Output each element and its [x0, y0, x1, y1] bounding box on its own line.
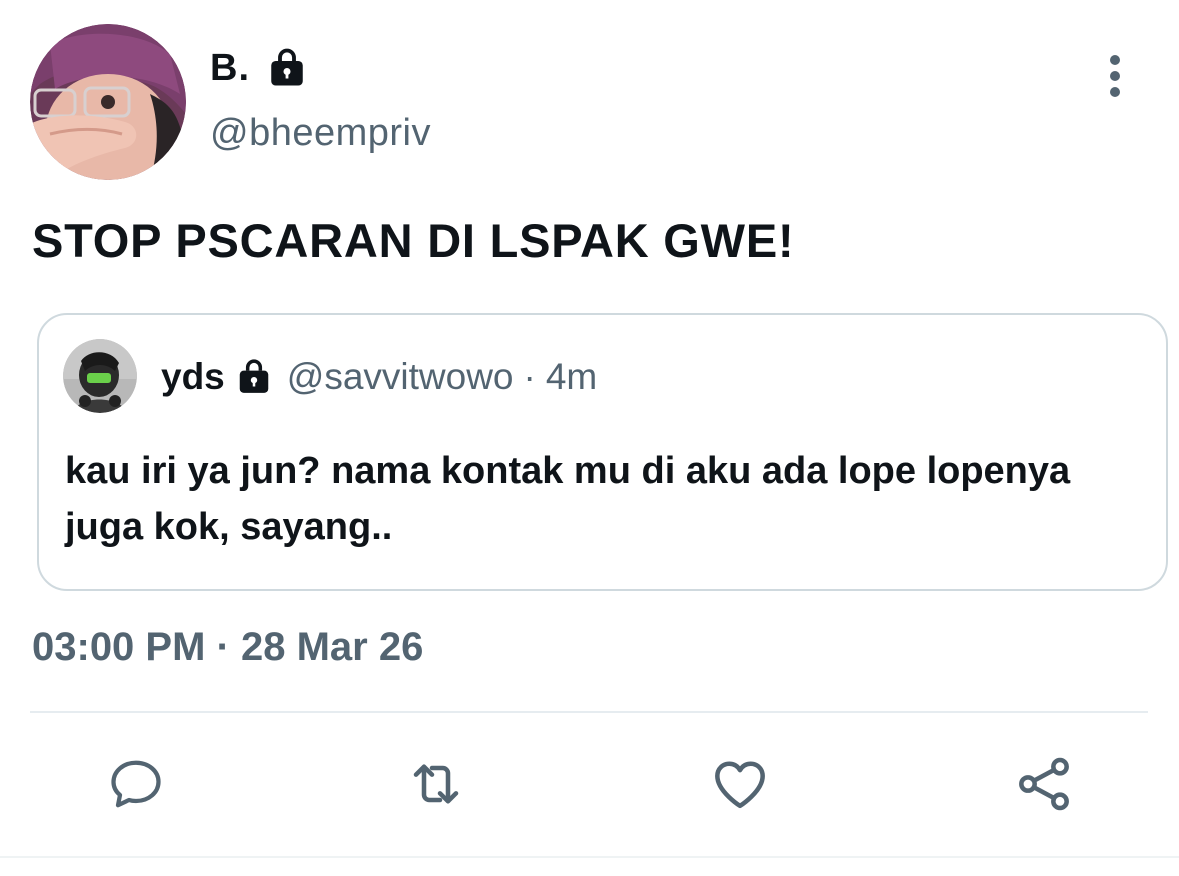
retweet-icon [413, 764, 459, 804]
tweet-text: STOP PSCARAN DI LSPAK GWE! [32, 214, 795, 267]
lock-icon [235, 358, 273, 396]
divider-bottom [0, 856, 1179, 858]
author-name-row: B. [210, 40, 308, 96]
like-button[interactable] [708, 752, 772, 816]
avatar-photo [63, 339, 137, 413]
more-vertical-icon [1110, 55, 1120, 97]
reply-button[interactable] [104, 752, 168, 816]
tweet: B. @bheempriv STOP PSCARAN DI LSPAK GWE! [0, 0, 1179, 876]
quoted-avatar[interactable] [63, 339, 137, 413]
quoted-tweet-text: kau iri ya jun? nama kontak mu di aku ad… [65, 450, 1071, 548]
quoted-author-handle[interactable]: @savvitwowo [287, 356, 514, 398]
speech-bubble-icon [111, 760, 161, 808]
tweet-timestamp[interactable]: 03:00 PM · 28 Mar 26 [32, 625, 423, 670]
more-options-button[interactable] [1098, 52, 1132, 100]
heart-icon [715, 761, 765, 809]
retweet-button[interactable] [404, 752, 468, 816]
lock-icon [266, 47, 308, 89]
author-handle[interactable]: @bheempriv [210, 112, 431, 155]
author-avatar[interactable] [30, 24, 186, 180]
quoted-tweet-card[interactable]: yds @savvitwowo · 4m kau iri ya jun? nam… [37, 313, 1168, 591]
quoted-time[interactable]: 4m [546, 356, 597, 398]
divider [30, 711, 1148, 713]
share-button[interactable] [1012, 752, 1076, 816]
quoted-separator: · [523, 356, 536, 397]
quoted-author-name[interactable]: yds [161, 356, 225, 398]
share-icon [1019, 757, 1069, 811]
author-name[interactable]: B. [210, 47, 250, 90]
quoted-header: yds @savvitwowo · 4m [161, 351, 597, 403]
avatar-photo [30, 24, 186, 180]
